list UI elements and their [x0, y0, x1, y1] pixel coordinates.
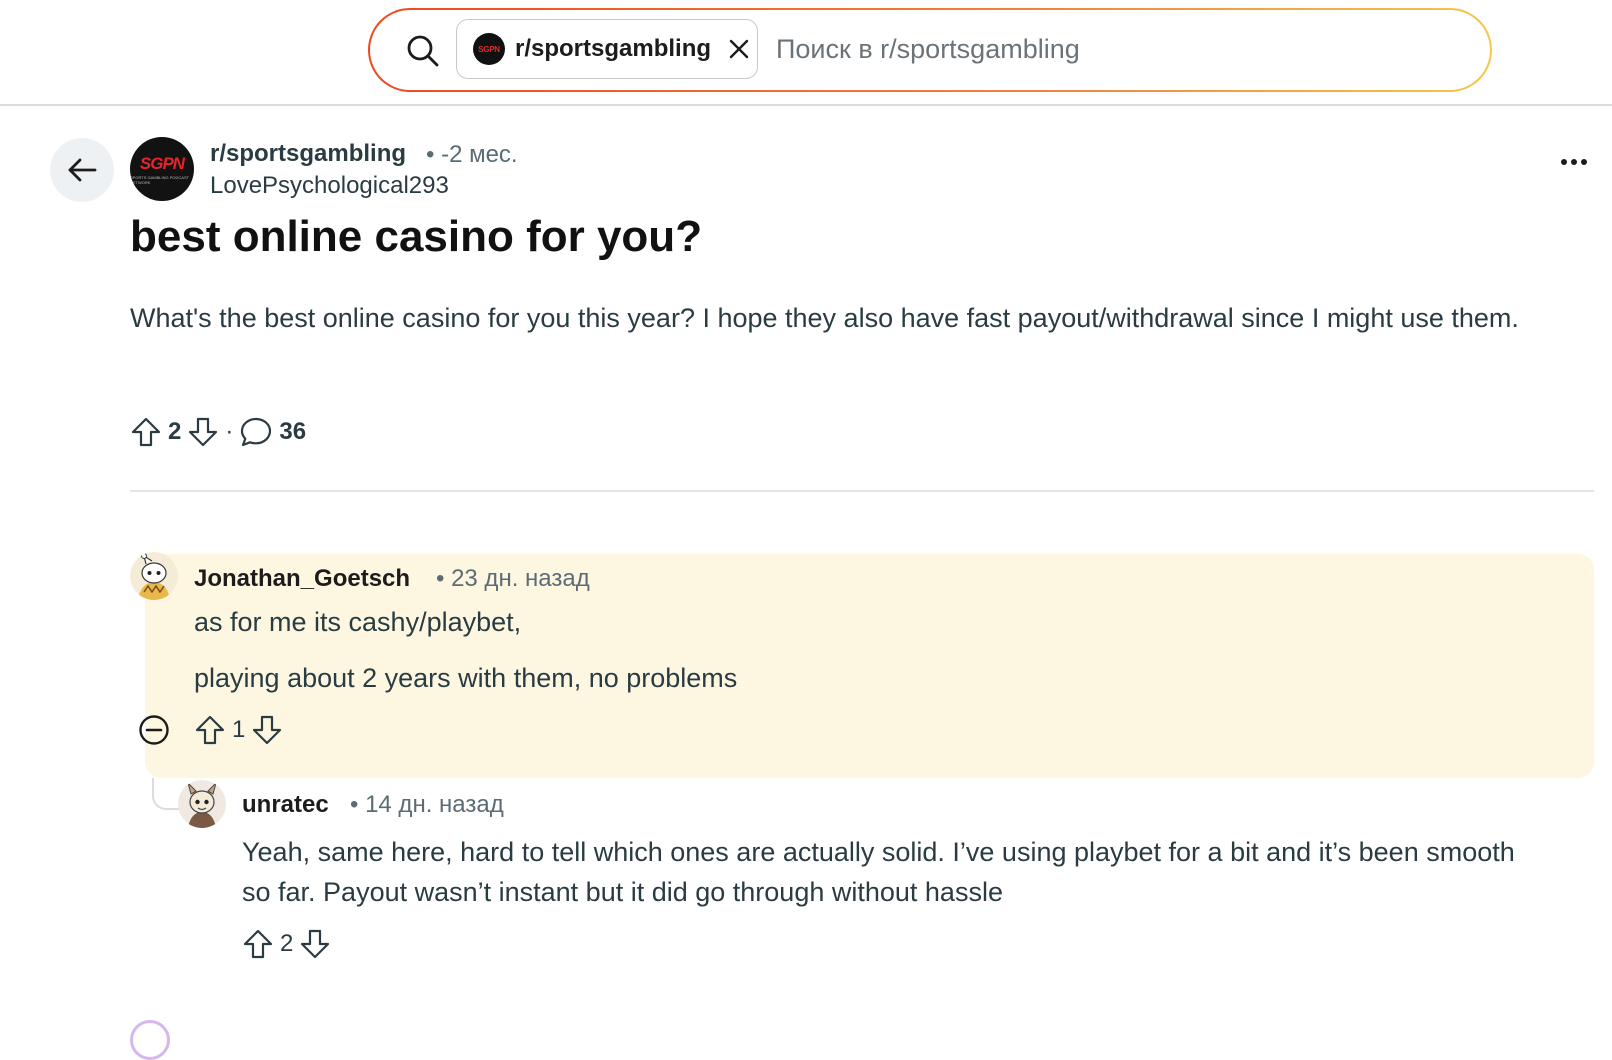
comment-actions: 1: [194, 714, 283, 746]
post-actions: 2 · 36: [130, 416, 306, 448]
comment-score: 2: [280, 930, 294, 957]
upvote-icon[interactable]: [194, 714, 226, 746]
comment-text-line: Yeah, same here, hard to tell which ones…: [242, 837, 1515, 907]
separator-dot: ·: [225, 418, 234, 445]
thread-connector: [152, 778, 180, 810]
comment-timestamp: • 14 дн. назад: [350, 791, 504, 818]
subreddit-chip-avatar: SGPN: [473, 33, 505, 65]
arrow-left-icon: [67, 157, 97, 183]
search-bar[interactable]: SGPN r/sportsgambling Поиск в r/sportsga…: [368, 8, 1492, 92]
comment-author[interactable]: Jonathan_Goetsch: [194, 565, 410, 593]
comment-icon[interactable]: [239, 416, 273, 448]
post-subreddit-link[interactable]: r/sportsgambling: [210, 140, 406, 168]
subreddit-logo-text: SGPN: [139, 153, 185, 173]
downvote-icon[interactable]: [187, 416, 219, 448]
avatar[interactable]: [130, 552, 178, 600]
subreddit-filter-chip[interactable]: SGPN r/sportsgambling: [456, 19, 758, 79]
upvote-icon[interactable]: [242, 928, 274, 960]
subreddit-avatar[interactable]: SGPN SPORTS GAMBLING PODCAST NETWORK: [130, 137, 194, 201]
post-score: 2: [168, 418, 182, 445]
comment-author[interactable]: unratec: [242, 791, 329, 819]
downvote-icon[interactable]: [251, 714, 283, 746]
post-timestamp: • -2 мес.: [426, 141, 518, 168]
post-author-link[interactable]: LovePsychological293: [210, 172, 449, 200]
downvote-icon[interactable]: [299, 928, 331, 960]
post-body: What's the best online casino for you th…: [130, 303, 1519, 333]
header: SGPN r/sportsgambling Поиск в r/sportsga…: [0, 0, 1612, 106]
subreddit-chip-label: r/sportsgambling: [515, 35, 712, 62]
search-bar-inner[interactable]: SGPN r/sportsgambling Поиск в r/sportsga…: [370, 10, 1490, 90]
search-icon[interactable]: [406, 34, 440, 68]
comment-actions: 2: [242, 928, 331, 960]
collapse-thread-icon[interactable]: [138, 714, 170, 746]
more-options-icon[interactable]: [1560, 158, 1588, 166]
avatar[interactable]: [130, 1020, 170, 1060]
back-button[interactable]: [50, 138, 114, 202]
post-title: best online casino for you?: [130, 212, 703, 261]
subreddit-logo-subtext: SPORTS GAMBLING PODCAST NETWORK: [130, 174, 189, 185]
close-icon[interactable]: [729, 39, 749, 59]
comment-score: 1: [232, 716, 246, 743]
comment-text-line: playing about 2 years with them, no prob…: [194, 663, 738, 693]
avatar[interactable]: [178, 780, 226, 828]
divider: [130, 490, 1594, 492]
comment-timestamp: • 23 дн. назад: [436, 565, 590, 592]
search-input[interactable]: Поиск в r/sportsgambling: [776, 34, 1080, 65]
upvote-icon[interactable]: [130, 416, 162, 448]
comment-text-line: as for me its cashy/playbet,: [194, 607, 522, 637]
comment-count[interactable]: 36: [279, 418, 306, 446]
